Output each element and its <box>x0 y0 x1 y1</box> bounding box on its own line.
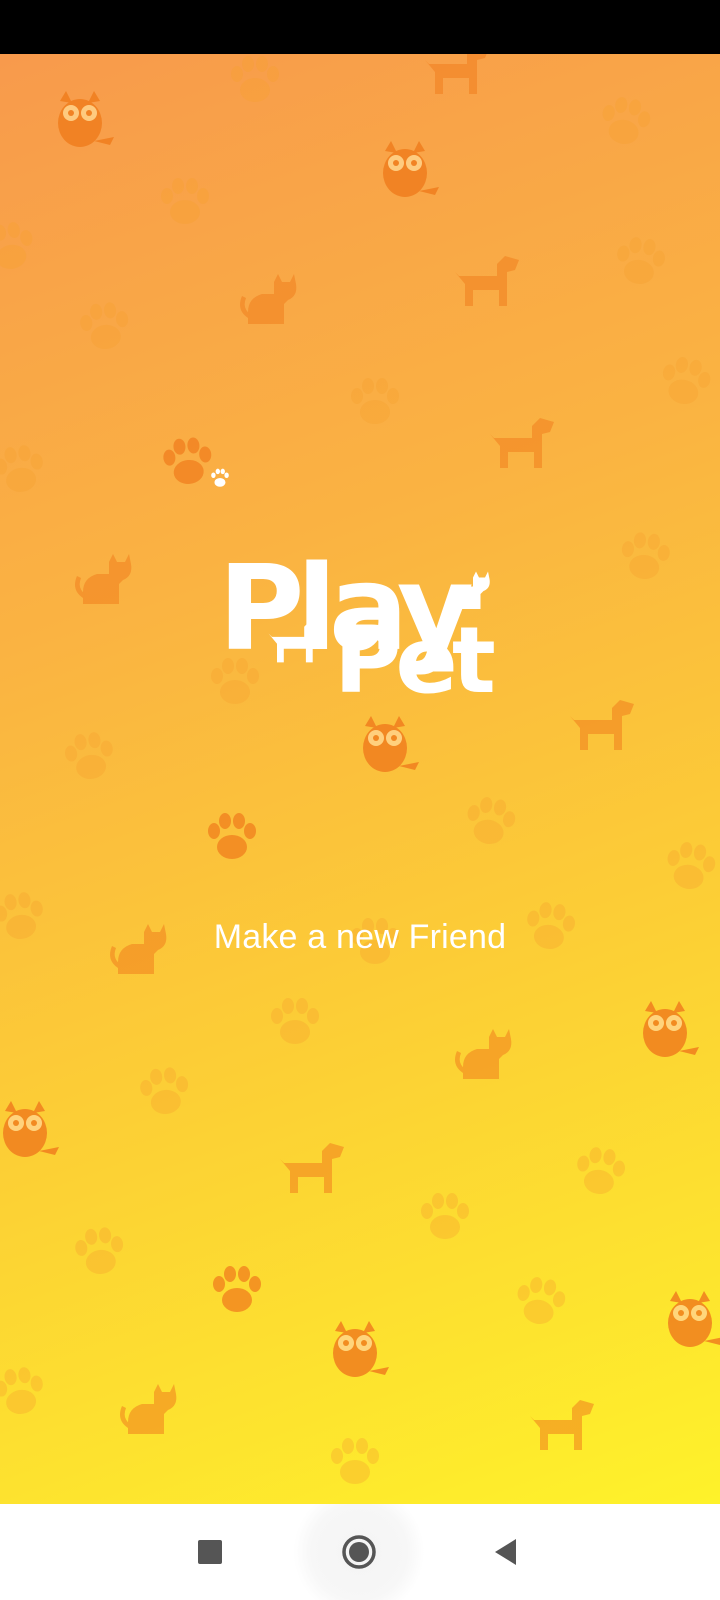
dog-icon <box>280 54 634 1450</box>
tagline: Make a new Friend <box>213 918 507 956</box>
navigation-bar <box>0 1504 720 1600</box>
square-icon <box>198 1540 222 1564</box>
app-name-line2: Pet <box>334 607 494 714</box>
triangle-back-icon <box>495 1539 516 1565</box>
back-button[interactable] <box>486 1532 526 1572</box>
pet-pattern-background <box>0 54 720 1484</box>
home-button[interactable] <box>339 1532 379 1572</box>
paw-print-icon <box>0 56 719 1484</box>
circle-icon <box>342 1535 376 1569</box>
app-logo: Play Pet <box>211 468 500 714</box>
splash-screen: Play Pet Make a new Friend <box>0 54 720 1504</box>
cat-icon <box>75 274 512 1434</box>
status-bar <box>0 0 720 54</box>
paw-icon <box>211 468 229 487</box>
recents-button[interactable] <box>190 1532 230 1572</box>
